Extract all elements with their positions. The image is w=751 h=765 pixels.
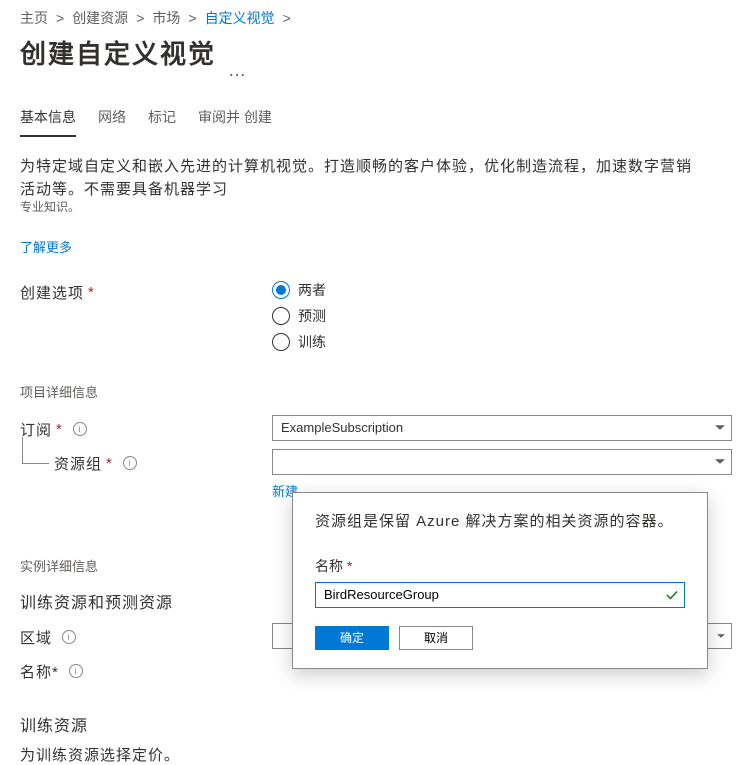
new-resource-group-flyout: 资源组是保留 Azure 解决方案的相关资源的容器。 名称 * 确定 取消 [292, 492, 708, 669]
breadcrumb-home[interactable]: 主页 [20, 8, 48, 28]
required-indicator: * [88, 284, 95, 301]
resource-group-label: 资源组 * i [20, 449, 272, 474]
chevron-right-icon: > [56, 10, 64, 26]
train-resource-sub: 为训练资源选择定价。 [20, 744, 751, 765]
subscription-label: 订阅 * i [20, 415, 272, 440]
info-icon[interactable]: i [62, 630, 76, 644]
learn-more-link[interactable]: 了解更多 [20, 237, 72, 256]
radio-both[interactable]: 两者 [272, 280, 326, 300]
radio-icon [272, 307, 290, 325]
name-label: 名称* i [20, 657, 272, 682]
flyout-name-label: 名称 * [315, 556, 685, 576]
info-icon[interactable]: i [73, 422, 87, 436]
resource-group-name-input[interactable] [315, 582, 685, 608]
info-icon[interactable]: i [123, 456, 137, 470]
breadcrumb-custom-vision[interactable]: 自定义视觉 [205, 8, 275, 28]
radio-train[interactable]: 训练 [272, 332, 326, 352]
tab-tags[interactable]: 标记 [148, 107, 176, 137]
radio-icon [272, 333, 290, 351]
chevron-right-icon: > [188, 10, 196, 26]
cancel-button[interactable]: 取消 [399, 626, 473, 650]
breadcrumb-marketplace[interactable]: 市场 [152, 8, 180, 28]
chevron-down-icon [715, 459, 725, 464]
resource-group-select[interactable] [272, 449, 732, 475]
radio-icon-checked [272, 281, 290, 299]
region-label: 区域 i [20, 623, 272, 648]
description-text: 为特定域自定义和嵌入先进的计算机视觉。打造顺畅的客户体验，优化制造流程，加速数字… [20, 155, 700, 202]
flyout-description: 资源组是保留 Azure 解决方案的相关资源的容器。 [315, 511, 685, 534]
subscription-select[interactable]: ExampleSubscription [272, 415, 732, 441]
chevron-right-icon: > [283, 10, 291, 26]
ok-button[interactable]: 确定 [315, 626, 389, 650]
check-icon [665, 588, 679, 602]
breadcrumb-create-resource[interactable]: 创建资源 [72, 8, 128, 28]
chevron-right-icon: > [136, 10, 144, 26]
tab-network[interactable]: 网络 [98, 107, 126, 137]
tab-review[interactable]: 审阅并 创建 [198, 107, 272, 137]
chevron-down-icon [717, 634, 725, 638]
breadcrumb: 主页 > 创建资源 > 市场 > 自定义视觉 > [20, 8, 751, 28]
train-resource-title: 训练资源 [20, 712, 751, 736]
radio-predict[interactable]: 预测 [272, 306, 326, 326]
info-icon[interactable]: i [69, 664, 83, 678]
tab-basic[interactable]: 基本信息 [20, 107, 76, 137]
create-options-group: 两者 预测 训练 [272, 278, 326, 352]
chevron-down-icon [715, 425, 725, 430]
tabs: 基本信息 网络 标记 审阅并 创建 [20, 107, 751, 137]
more-icon[interactable]: … [228, 60, 246, 81]
page-title: 创建自定义视觉 [20, 34, 216, 71]
create-options-label: 创建选项 * [20, 278, 272, 303]
section-project-details: 项目详细信息 [20, 382, 751, 401]
